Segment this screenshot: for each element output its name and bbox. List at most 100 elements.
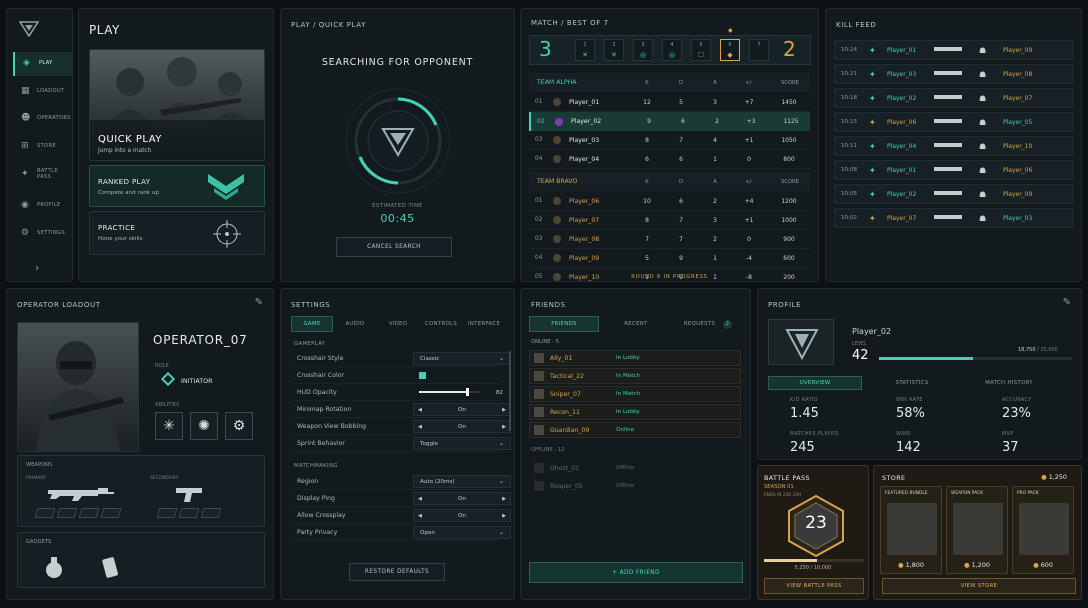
gadgets-section: GADGETS: [17, 532, 265, 588]
team-icon: ✦: [869, 93, 876, 103]
tab-requests[interactable]: REQUESTS 2: [673, 316, 743, 332]
table-row[interactable]: 04 Player_09 5 9 1 -4 600: [529, 249, 810, 268]
setting-control-select[interactable]: Toggle ⌄: [413, 437, 511, 450]
sidebar-item-battle-pass[interactable]: ✦ BATTLE PASS: [13, 163, 72, 187]
stat-cell: 8: [645, 216, 649, 224]
sidebar-item-profile[interactable]: ◉ PROFILE: [13, 194, 72, 218]
attachment-slot[interactable]: [78, 508, 100, 518]
friend-row[interactable]: Tactical_22 In Match: [529, 368, 741, 384]
setting-control-color[interactable]: [413, 369, 511, 382]
setting-control-select[interactable]: Open ⌄: [413, 526, 511, 539]
tab-video[interactable]: VIDEO: [377, 316, 419, 332]
table-row[interactable]: 02 Player_07 8 7 3 +1 1000: [529, 211, 810, 230]
restore-defaults-button[interactable]: RESTORE DEFAULTS: [349, 563, 445, 581]
setting-control-toggle[interactable]: ◀ On ▶: [413, 403, 511, 416]
attachment-slot[interactable]: [178, 508, 200, 518]
expand-chevron-icon[interactable]: ›: [35, 261, 39, 274]
victim-name: Player_07: [1003, 94, 1033, 102]
tab-overview[interactable]: OVERVIEW: [768, 376, 862, 390]
tab-match-history[interactable]: MATCH HISTORY: [962, 376, 1056, 390]
friend-row[interactable]: Guardian_09 Online: [529, 422, 741, 438]
arrow-right-icon[interactable]: ▶: [502, 496, 506, 502]
attachment-slot[interactable]: [156, 508, 178, 518]
color-swatch[interactable]: [419, 372, 426, 379]
rifle-icon[interactable]: [46, 484, 116, 502]
player-name: Player_01: [569, 98, 600, 106]
store-item-label: FEATURED BUNDLE: [885, 491, 928, 496]
avatar: [553, 216, 561, 224]
cart-icon: ⊞: [21, 141, 29, 152]
setting-label: Sprint Behavior: [297, 440, 345, 447]
friend-row[interactable]: Ghost_01 Offline: [529, 460, 741, 476]
friend-row[interactable]: Recon_11 In Lobby: [529, 404, 741, 420]
view-store-button[interactable]: VIEW STORE: [882, 578, 1076, 594]
view-battlepass-button[interactable]: VIEW BATTLE PASS: [764, 578, 864, 594]
ability-slot-3[interactable]: ⚙: [225, 412, 253, 440]
setting-control-select[interactable]: Auto (20ms) ⌄: [413, 475, 511, 488]
friend-status: In Match: [616, 391, 641, 397]
setting-label: Weapon View Bobbing: [297, 423, 367, 430]
table-row[interactable]: 02 Player_02 9 6 2 +3 1125: [529, 112, 810, 131]
practice-card[interactable]: PRACTICE Hone your skills: [89, 211, 265, 255]
setting-control-toggle[interactable]: ◀ On ▶: [413, 492, 511, 505]
round-box: 6 ◆: [720, 39, 740, 61]
settings-scrollbar[interactable]: [509, 351, 511, 431]
arrow-right-icon[interactable]: ▶: [502, 513, 506, 519]
tab-game[interactable]: GAME: [291, 316, 333, 332]
store-item[interactable]: WEAPON PACK ● 1,200: [946, 486, 1008, 574]
quick-play-card[interactable]: QUICK PLAY Jump into a match: [89, 49, 265, 161]
rifle-icon: [934, 191, 962, 195]
table-row[interactable]: 04 Player_04 6 6 1 0 800: [529, 150, 810, 169]
slider-handle[interactable]: [466, 388, 470, 396]
friend-row[interactable]: Ally_01 In Lobby: [529, 350, 741, 366]
cancel-search-button[interactable]: CANCEL SEARCH: [336, 237, 452, 257]
pistol-icon[interactable]: [174, 484, 204, 504]
setting-control-toggle[interactable]: ◀ On ▶: [413, 509, 511, 522]
ability-slot-1[interactable]: ✳: [155, 412, 183, 440]
tab-controls[interactable]: CONTROLS: [420, 316, 462, 332]
stat-cell: 3: [713, 216, 717, 224]
setting-control-slider[interactable]: 82: [413, 386, 511, 399]
friend-row[interactable]: Sniper_07 In Match: [529, 386, 741, 402]
edit-icon[interactable]: ✎: [255, 297, 263, 308]
ranked-play-card[interactable]: RANKED PLAY Compete and rank up: [89, 165, 265, 207]
ability-slot-2[interactable]: ✺: [190, 412, 218, 440]
sidebar-item-settings[interactable]: ⚙ SETTINGS: [13, 222, 72, 246]
attachment-slot[interactable]: [100, 508, 122, 518]
table-row[interactable]: 03 Player_08 7 7 2 0 900: [529, 230, 810, 249]
matchmaking-panel: PLAY / QUICK PLAY SEARCHING FOR OPPONENT…: [280, 8, 515, 282]
grenade-icon[interactable]: [44, 555, 64, 579]
tab-audio[interactable]: AUDIO: [334, 316, 376, 332]
killer-name: Player_01: [887, 166, 917, 174]
arrow-right-icon[interactable]: ▶: [502, 407, 506, 413]
add-friend-button[interactable]: + ADD FRIEND: [529, 562, 743, 583]
setting-control-toggle[interactable]: ◀ On ▶: [413, 420, 511, 433]
setting-control-select[interactable]: Classic ⌄: [413, 352, 511, 365]
tab-interface[interactable]: INTERFACE: [463, 316, 505, 332]
sidebar-item-store[interactable]: ⊞ STORE: [13, 135, 72, 159]
edit-profile-icon[interactable]: ✎: [1063, 297, 1071, 308]
store-item[interactable]: FEATURED BUNDLE ● 1,800: [880, 486, 942, 574]
tab-recent[interactable]: RECENT: [601, 316, 671, 332]
round-box: 1 ✕: [575, 39, 595, 61]
round-number: 6: [728, 42, 732, 48]
tab-statistics[interactable]: STATISTICS: [865, 376, 959, 390]
arrow-right-icon[interactable]: ▶: [502, 424, 506, 430]
table-row[interactable]: 03 Player_03 8 7 4 +1 1050: [529, 131, 810, 150]
store-item[interactable]: PRO PACK ● 600: [1012, 486, 1074, 574]
level-value: 42: [852, 348, 869, 363]
attachment-slot[interactable]: [200, 508, 222, 518]
breach-charge-icon[interactable]: [100, 555, 120, 579]
sidebar-item-operators[interactable]: ☻ OPERATORS: [13, 107, 72, 131]
attachment-slot[interactable]: [56, 508, 78, 518]
level-label: LEVEL: [852, 342, 867, 347]
friend-row[interactable]: Reaper_05 Offline: [529, 478, 741, 494]
sidebar-item-loadout[interactable]: ▦ LOADOUT: [13, 80, 72, 104]
kill-type-icon: ☗: [979, 165, 987, 175]
sidebar-item-play[interactable]: ◈ PLAY: [13, 52, 72, 76]
stat-cell: 800: [783, 155, 795, 163]
attachment-slot[interactable]: [34, 508, 56, 518]
tab-friends[interactable]: FRIENDS: [529, 316, 599, 332]
table-row[interactable]: 01 Player_01 12 5 3 +7 1450: [529, 93, 810, 112]
table-row[interactable]: 01 Player_06 10 6 2 +4 1200: [529, 192, 810, 211]
